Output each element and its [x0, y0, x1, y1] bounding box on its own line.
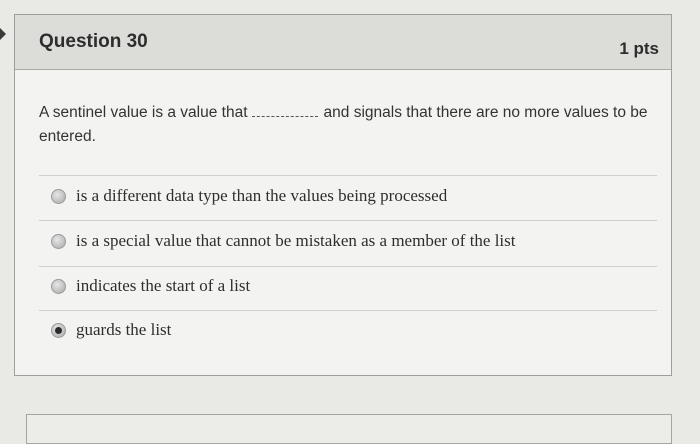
question-text-part3: entered. — [39, 128, 96, 145]
answer-label: is a different data type than the values… — [76, 186, 448, 205]
question-title: Question 30 — [39, 31, 148, 52]
question-points: 1 pts — [619, 39, 659, 58]
divider — [39, 220, 657, 221]
question-header: Question 30 1 pts — [15, 15, 671, 70]
divider — [39, 175, 657, 176]
radio-button-selected[interactable] — [51, 322, 66, 338]
answer-option-2[interactable]: is a special value that cannot be mistak… — [51, 231, 516, 251]
question-card: Question 30 1 pts A sentinel value is a … — [14, 14, 672, 376]
question-text-part1: A sentinel value is a value that — [39, 104, 248, 121]
answer-label: indicates the start of a list — [76, 276, 251, 295]
divider — [39, 266, 657, 267]
answer-label: guards the list — [76, 320, 172, 339]
divider — [39, 310, 657, 311]
next-question-card — [26, 414, 672, 444]
radio-button[interactable] — [51, 233, 66, 249]
question-text: A sentinel value is a value that and sign… — [39, 101, 669, 149]
radio-button[interactable] — [51, 188, 66, 204]
answer-option-3[interactable]: indicates the start of a list — [51, 276, 250, 296]
collapse-arrow-icon — [0, 28, 6, 40]
answer-option-4[interactable]: guards the list — [51, 320, 171, 340]
radio-button[interactable] — [51, 278, 66, 294]
blank-placeholder — [251, 116, 318, 117]
answer-label: is a special value that cannot be mistak… — [76, 231, 516, 250]
answer-option-1[interactable]: is a different data type than the values… — [51, 186, 447, 206]
question-text-part2: and signals that there are no more value… — [323, 104, 648, 121]
